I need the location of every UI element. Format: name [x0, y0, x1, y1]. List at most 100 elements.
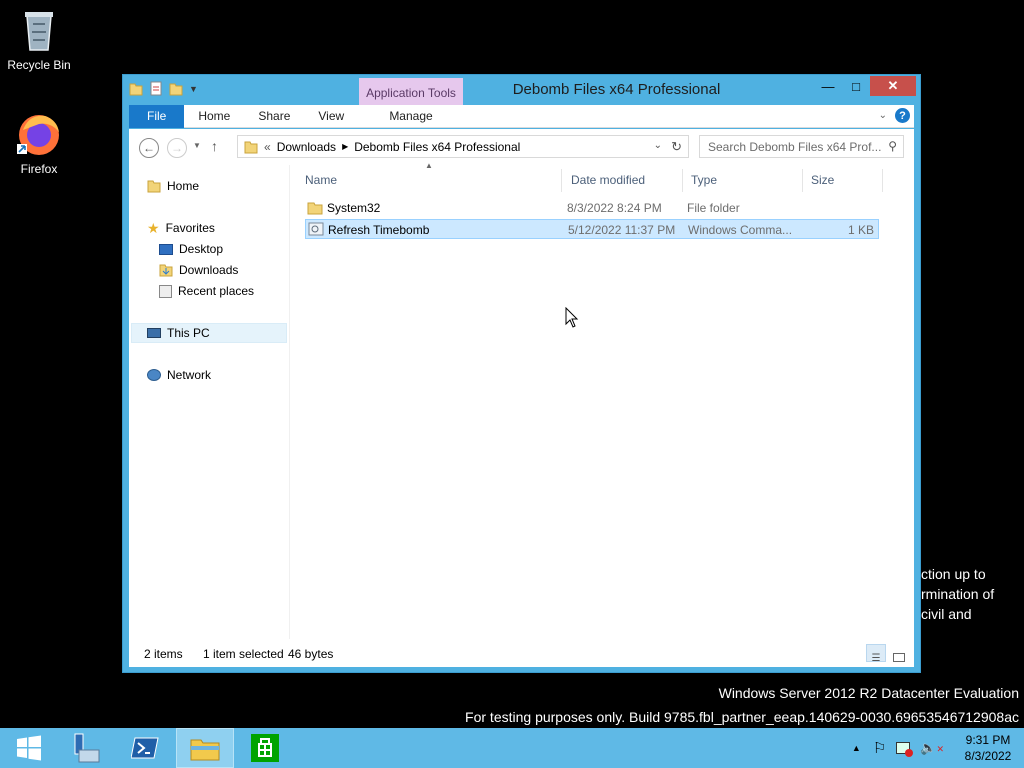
file-row-selected[interactable]: Refresh Timebomb 5/12/2022 11:37 PM Wind…	[305, 219, 879, 239]
file-explorer-icon	[190, 739, 220, 761]
downloads-folder-icon	[159, 264, 173, 277]
show-hidden-icons-icon[interactable]: ▲	[852, 743, 861, 753]
navigation-pane: Home ★ Favorites Desktop Downloads Recen…	[129, 165, 287, 639]
clock-time: 9:31 PM	[965, 733, 1011, 747]
application-tools-context-tab: Application Tools	[359, 78, 463, 105]
nav-item-this-pc[interactable]: This PC	[147, 324, 210, 342]
store-button[interactable]	[236, 728, 294, 768]
content-area: Home ★ Favorites Desktop Downloads Recen…	[129, 161, 914, 639]
status-bar: 2 items 1 item selected 46 bytes ☰	[129, 639, 914, 667]
details-view-button[interactable]: ☰	[866, 644, 886, 664]
file-explorer-button[interactable]	[176, 728, 234, 768]
tab-share[interactable]: Share	[244, 105, 304, 128]
notice-line-2: rmination of	[921, 586, 995, 602]
search-input[interactable]: Search Debomb Files x64 Prof... ⚲	[699, 135, 904, 158]
close-button[interactable]: ✕	[870, 76, 916, 96]
nav-item-home[interactable]: Home	[147, 177, 199, 195]
tab-home[interactable]: Home	[184, 105, 244, 128]
firefox-icon	[15, 110, 63, 158]
refresh-icon[interactable]: ↻	[671, 139, 682, 155]
file-name: Refresh Timebomb	[328, 223, 430, 237]
address-dropdown-icon[interactable]: ⌄	[654, 140, 662, 151]
file-list: ▲ Name Date modified Type Size System32 …	[295, 161, 914, 639]
server-manager-button[interactable]	[56, 728, 114, 768]
folder-icon	[129, 83, 143, 96]
mouse-cursor-icon	[565, 307, 579, 328]
new-folder-icon[interactable]	[169, 81, 183, 97]
navigation-bar: ← → ▼ ↑ « Downloads ▶ Debomb Files x64 P…	[129, 129, 914, 165]
properties-icon[interactable]	[149, 81, 163, 97]
customize-toolbar-icon[interactable]: ▼	[189, 84, 198, 94]
nav-item-downloads[interactable]: Downloads	[159, 261, 238, 279]
details-view-icon: ☰	[871, 653, 881, 664]
column-header-size[interactable]: Size	[803, 169, 883, 192]
recent-places-icon	[159, 284, 172, 298]
volume-muted-icon[interactable]: 🔈✕	[920, 740, 944, 756]
clock-date: 8/3/2022	[964, 749, 1012, 763]
maximize-button[interactable]: □	[842, 76, 870, 96]
large-icons-view-button[interactable]	[889, 644, 909, 662]
start-button[interactable]	[0, 728, 58, 768]
powershell-button[interactable]	[116, 728, 174, 768]
nav-item-desktop[interactable]: Desktop	[159, 240, 223, 258]
file-name: System32	[327, 201, 381, 215]
firefox-desktop-icon[interactable]: Firefox	[0, 110, 78, 176]
address-bar[interactable]: « Downloads ▶ Debomb Files x64 Professio…	[237, 135, 689, 158]
computer-icon	[147, 328, 161, 338]
expand-ribbon-icon[interactable]: ⌄	[879, 110, 887, 121]
file-type: File folder	[687, 201, 740, 215]
folder-icon	[147, 180, 161, 193]
recycle-bin-desktop-icon[interactable]: Recycle Bin	[0, 6, 78, 72]
recent-locations-icon[interactable]: ▼	[193, 141, 201, 150]
column-header-name[interactable]: Name	[297, 169, 562, 192]
notice-line-3: civil and	[921, 606, 972, 622]
nav-label-this-pc: This PC	[167, 326, 210, 340]
address-overflow[interactable]: «	[264, 140, 271, 154]
title-bar[interactable]: ▼ Application Tools Debomb Files x64 Pro…	[123, 75, 920, 105]
breadcrumb-separator-icon[interactable]: ▶	[342, 142, 348, 151]
minimize-button[interactable]: —	[814, 76, 842, 96]
firefox-label: Firefox	[20, 162, 58, 176]
large-icons-view-icon	[893, 653, 905, 662]
status-selected: 1 item selected	[203, 647, 284, 661]
breadcrumb-downloads[interactable]: Downloads	[277, 140, 336, 154]
taskbar: ▲ ⚐ 🔈✕ 9:31 PM 8/3/2022	[0, 728, 1024, 768]
search-placeholder: Search Debomb Files x64 Prof...	[708, 139, 882, 154]
action-center-flag-icon[interactable]: ⚐	[873, 739, 886, 757]
file-size: 1 KB	[847, 223, 874, 237]
breadcrumb-current[interactable]: Debomb Files x64 Professional	[354, 140, 520, 154]
column-header-date-modified[interactable]: Date modified	[563, 169, 683, 192]
network-status-icon[interactable]	[896, 742, 914, 757]
file-row[interactable]: System32 8/3/2022 8:24 PM File folder	[305, 198, 879, 218]
folder-icon	[307, 202, 323, 215]
status-item-count: 2 items	[144, 647, 183, 661]
nav-label-desktop: Desktop	[179, 242, 224, 256]
tab-file[interactable]: File	[129, 104, 185, 128]
batch-file-icon	[308, 222, 324, 236]
window-title: Debomb Files x64 Professional	[512, 81, 721, 98]
up-arrow-icon[interactable]: ↑	[211, 138, 218, 154]
search-icon[interactable]: ⚲	[888, 139, 897, 153]
nav-item-favorites[interactable]: ★ Favorites	[147, 219, 215, 237]
recycle-bin-label: Recycle Bin	[7, 58, 71, 72]
pane-divider[interactable]	[289, 165, 290, 639]
nav-item-network[interactable]: Network	[147, 366, 211, 384]
tab-manage[interactable]: Manage	[359, 105, 463, 128]
nav-item-recent-places[interactable]: Recent places	[159, 282, 254, 300]
tab-view[interactable]: View	[304, 105, 358, 128]
notice-line-1: ction up to	[921, 566, 986, 582]
back-button[interactable]: ←	[139, 138, 159, 158]
clock[interactable]: 9:31 PM 8/3/2022	[952, 732, 1024, 764]
network-icon	[147, 369, 161, 381]
help-icon[interactable]: ?	[895, 108, 910, 123]
file-date: 5/12/2022 11:37 PM	[568, 223, 676, 237]
column-header-type[interactable]: Type	[683, 169, 803, 192]
star-icon: ★	[147, 219, 160, 236]
powershell-icon	[131, 737, 159, 759]
watermark-line-2: For testing purposes only. Build 9785.fb…	[465, 709, 1019, 725]
file-type: Windows Comma...	[688, 223, 793, 237]
nav-label-home: Home	[167, 179, 200, 193]
forward-button[interactable]: →	[167, 138, 187, 158]
windows-logo-icon	[17, 735, 41, 761]
desktop-icon	[159, 243, 173, 255]
